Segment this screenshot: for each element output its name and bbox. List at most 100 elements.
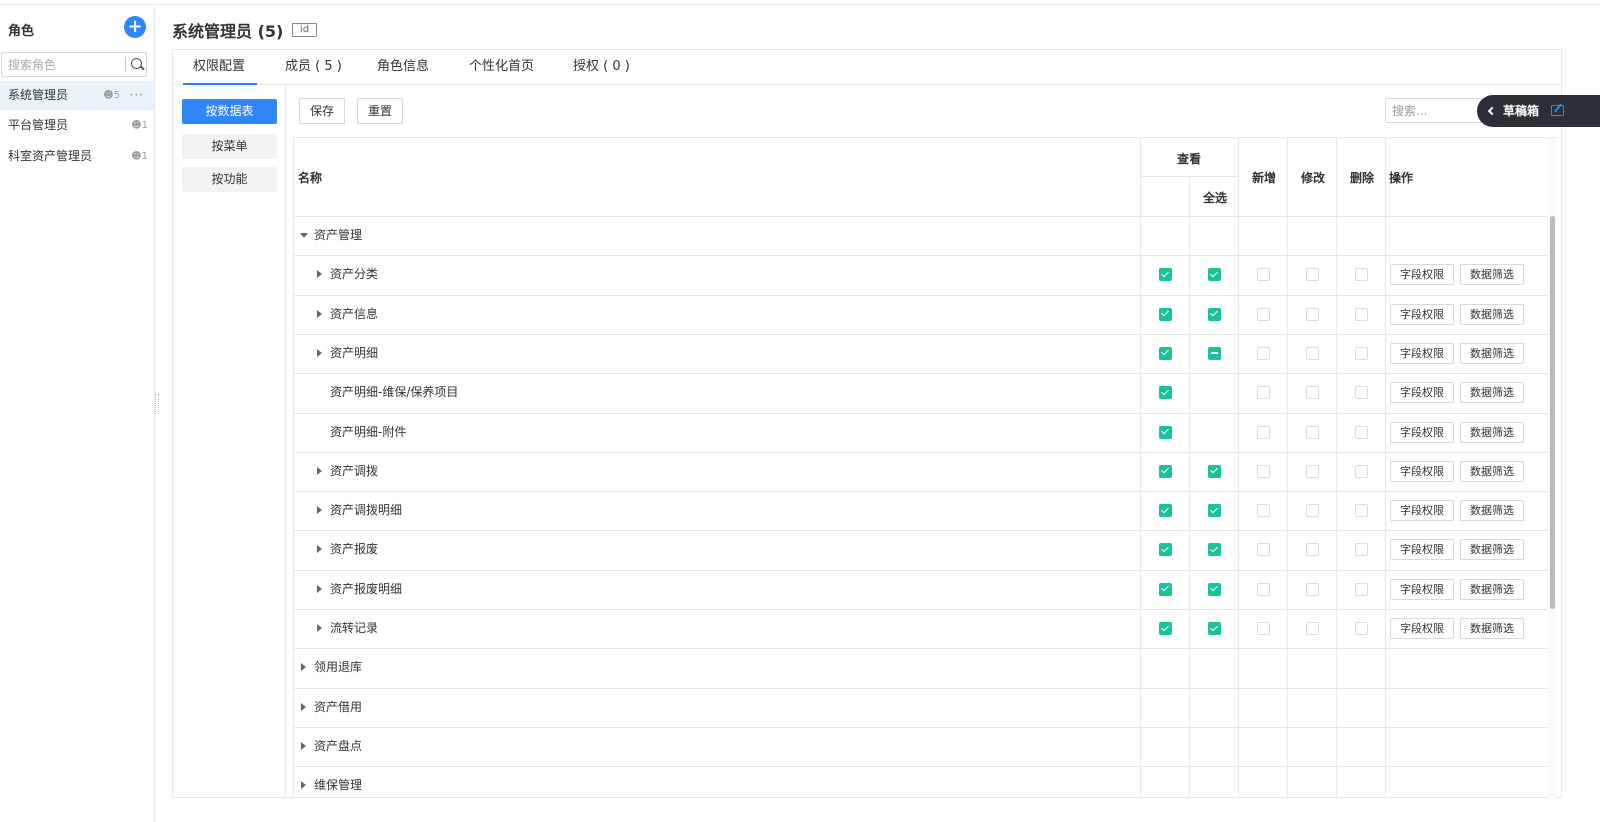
checkbox-edit[interactable] (1305, 504, 1319, 518)
caret-right-icon[interactable] (317, 506, 322, 515)
caret-right-icon[interactable] (301, 781, 306, 790)
checkbox-view[interactable] (1158, 268, 1172, 282)
id-badge[interactable]: id (292, 23, 317, 37)
checkbox-add[interactable] (1256, 504, 1270, 518)
checkbox-all[interactable] (1207, 582, 1221, 596)
checkbox-edit[interactable] (1305, 425, 1319, 439)
checkbox-add[interactable] (1256, 268, 1270, 282)
checkbox-add[interactable] (1256, 307, 1270, 321)
table-row[interactable]: 资产调拨 字段权限 数据筛选 (294, 452, 1548, 491)
data-filter-button[interactable]: 数据筛选 (1460, 421, 1524, 443)
data-filter-button[interactable]: 数据筛选 (1460, 500, 1524, 522)
checkbox-view[interactable] (1158, 307, 1172, 321)
checkbox-del[interactable] (1354, 307, 1368, 321)
checkbox-add[interactable] (1256, 543, 1270, 557)
checkbox-all[interactable] (1207, 307, 1221, 321)
checkbox-all[interactable] (1207, 622, 1221, 635)
checkbox-edit[interactable] (1305, 307, 1319, 321)
data-filter-button[interactable]: 数据筛选 (1460, 460, 1524, 482)
caret-right-icon[interactable] (301, 702, 306, 711)
checkbox-all[interactable] (1207, 346, 1221, 360)
role-search-input[interactable] (2, 53, 124, 76)
role-item-dept-asset-admin[interactable]: 科室资产管理员 ☻1 (0, 142, 154, 171)
checkbox-edit[interactable] (1305, 582, 1319, 596)
field-permission-button[interactable]: 字段权限 (1390, 460, 1454, 482)
checkbox-del[interactable] (1354, 346, 1368, 360)
checkbox-view[interactable] (1158, 425, 1172, 439)
field-permission-button[interactable]: 字段权限 (1390, 618, 1454, 639)
checkbox-add[interactable] (1256, 622, 1270, 635)
tab-homepage[interactable]: 个性化首页 (469, 50, 534, 84)
checkbox-edit[interactable] (1305, 386, 1319, 400)
field-permission-button[interactable]: 字段权限 (1390, 264, 1454, 286)
checkbox-view[interactable] (1158, 582, 1172, 596)
checkbox-add[interactable] (1256, 346, 1270, 360)
table-row[interactable]: 资产调拨明细 字段权限 数据筛选 (294, 491, 1548, 530)
table-row[interactable]: 维保管理 (294, 766, 1548, 798)
field-permission-button[interactable]: 字段权限 (1390, 382, 1454, 404)
caret-right-icon[interactable] (317, 545, 322, 554)
table-search-input[interactable] (1386, 99, 1484, 122)
checkbox-del[interactable] (1354, 268, 1368, 282)
caret-right-icon[interactable] (317, 466, 322, 475)
table-row[interactable]: 资产明细-附件 字段权限 数据筛选 (294, 413, 1548, 452)
data-filter-button[interactable]: 数据筛选 (1460, 342, 1524, 364)
checkbox-del[interactable] (1354, 582, 1368, 596)
checkbox-view[interactable] (1158, 386, 1172, 400)
checkbox-del[interactable] (1354, 504, 1368, 518)
tab-members[interactable]: 成员 ( 5 ) (285, 50, 342, 84)
field-permission-button[interactable]: 字段权限 (1390, 421, 1454, 443)
role-item-system-admin[interactable]: 系统管理员 ☻5 ··· (0, 81, 154, 110)
role-item-platform-admin[interactable]: 平台管理员 ☻1 (0, 111, 154, 140)
tab-authorization[interactable]: 授权 ( 0 ) (573, 50, 630, 84)
checkbox-del[interactable] (1354, 622, 1368, 635)
table-row[interactable]: 资产借用 (294, 688, 1548, 727)
field-permission-button[interactable]: 字段权限 (1390, 342, 1454, 364)
checkbox-view[interactable] (1158, 622, 1172, 635)
table-row[interactable]: 资产盘点 (294, 727, 1548, 766)
checkbox-add[interactable] (1256, 425, 1270, 439)
search-icon[interactable] (131, 58, 142, 69)
reset-button[interactable]: 重置 (357, 98, 404, 124)
checkbox-del[interactable] (1354, 386, 1368, 400)
checkbox-all[interactable] (1207, 504, 1221, 518)
table-row[interactable]: 资产信息 字段权限 数据筛选 (294, 295, 1548, 334)
by-datatable-button[interactable]: 按数据表 (182, 99, 277, 124)
tab-permissions[interactable]: 权限配置 (182, 50, 258, 85)
checkbox-view[interactable] (1158, 504, 1172, 518)
checkbox-del[interactable] (1354, 543, 1368, 557)
sidebar-resize-handle[interactable] (155, 394, 159, 414)
checkbox-edit[interactable] (1305, 464, 1319, 478)
caret-right-icon[interactable] (301, 663, 306, 672)
table-row[interactable]: 资产报废明细 字段权限 数据筛选 (294, 570, 1548, 609)
checkbox-add[interactable] (1256, 582, 1270, 596)
more-icon[interactable]: ··· (130, 81, 144, 110)
checkbox-edit[interactable] (1305, 346, 1319, 360)
data-filter-button[interactable]: 数据筛选 (1460, 303, 1524, 325)
caret-right-icon[interactable] (317, 348, 322, 357)
table-row[interactable]: 资产报废 字段权限 数据筛选 (294, 530, 1548, 569)
by-function-button[interactable]: 按功能 (182, 167, 277, 192)
table-row[interactable]: 流转记录 字段权限 数据筛选 (294, 609, 1548, 648)
caret-right-icon[interactable] (301, 741, 306, 750)
checkbox-del[interactable] (1354, 464, 1368, 478)
checkbox-all[interactable] (1207, 268, 1221, 282)
checkbox-view[interactable] (1158, 346, 1172, 360)
table-row[interactable]: 资产管理 (294, 216, 1548, 255)
checkbox-view[interactable] (1158, 543, 1172, 557)
caret-right-icon[interactable] (317, 270, 322, 279)
checkbox-edit[interactable] (1305, 268, 1319, 282)
checkbox-all[interactable] (1207, 464, 1221, 478)
data-filter-button[interactable]: 数据筛选 (1460, 382, 1524, 404)
checkbox-add[interactable] (1256, 464, 1270, 478)
table-row[interactable]: 资产分类 字段权限 数据筛选 (294, 255, 1548, 294)
scrollbar-thumb[interactable] (1550, 216, 1555, 609)
checkbox-del[interactable] (1354, 425, 1368, 439)
checkbox-all[interactable] (1207, 543, 1221, 557)
table-row[interactable]: 领用退库 (294, 648, 1548, 687)
by-menu-button[interactable]: 按菜单 (182, 134, 277, 159)
field-permission-button[interactable]: 字段权限 (1390, 303, 1454, 325)
checkbox-add[interactable] (1256, 386, 1270, 400)
checkbox-edit[interactable] (1305, 543, 1319, 557)
data-filter-button[interactable]: 数据筛选 (1460, 618, 1524, 639)
